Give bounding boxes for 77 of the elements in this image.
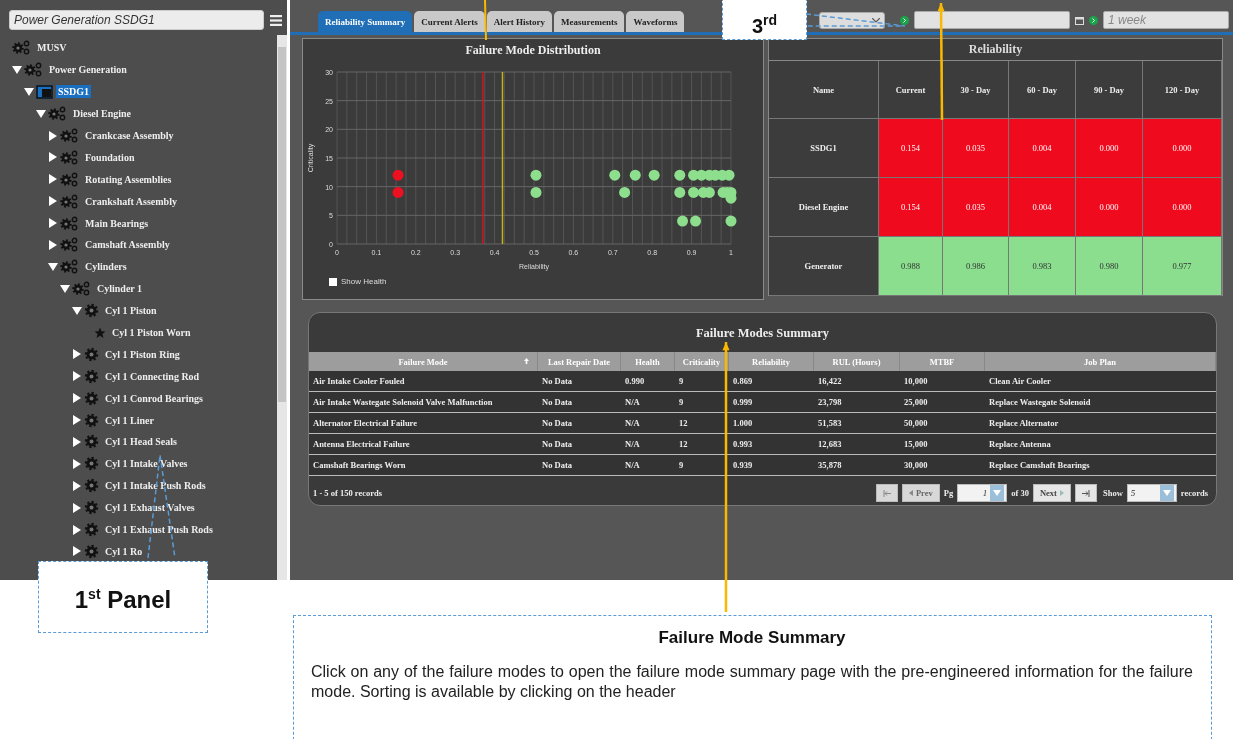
table-cell: 51,583 xyxy=(814,413,900,434)
table-cell: Replace Alternator xyxy=(985,413,1216,434)
table-cell: 9 xyxy=(675,392,729,413)
table-cell: Air Intake Wastegate Solenoid Valve Malfunction xyxy=(309,392,538,413)
table-cell: 0.977 xyxy=(1143,237,1222,296)
records-label: records xyxy=(1180,488,1208,498)
table-cell: 0.983 xyxy=(1009,237,1076,296)
table-cell: 0.939 xyxy=(729,455,814,476)
table-cell: Antenna Electrical Failure xyxy=(309,434,538,455)
page-total: of 30 xyxy=(1011,488,1029,498)
table-cell: N/A xyxy=(621,455,675,476)
table-cell: Camshaft Bearings Worn xyxy=(309,455,538,476)
note-title: Failure Mode Summary xyxy=(657,628,847,648)
table-cell: Replace Antenna xyxy=(985,434,1216,455)
table-cell: 15,000 xyxy=(900,434,985,455)
table-cell: N/A xyxy=(621,392,675,413)
table-cell: 0.993 xyxy=(729,434,814,455)
table-cell: Replace Camshaft Bearings xyxy=(985,455,1216,476)
table-cell: 12 xyxy=(675,434,729,455)
callout-label: 3$^{rd}$ xyxy=(722,0,807,40)
table-cell: 0.988 xyxy=(879,237,943,296)
table-cell: Air Intake Cooler Fouled xyxy=(309,371,538,392)
table-cell: No Data xyxy=(538,392,621,413)
table-cell: No Data xyxy=(538,434,621,455)
column-header: 60 - Day xyxy=(1009,61,1076,119)
table-cell: 0.000 xyxy=(1143,119,1222,178)
table-cell: 0.000 xyxy=(1076,178,1143,237)
table-cell: 0.990 xyxy=(621,371,675,392)
table-title: Reliability xyxy=(968,42,1023,57)
table-cell: 0.035 xyxy=(943,119,1009,178)
page-label: Pg xyxy=(943,488,954,498)
column-header: Current xyxy=(879,61,943,119)
table-cell: 0.035 xyxy=(943,178,1009,237)
table-cell: 0.154 xyxy=(879,178,943,237)
table-cell: Alternator Electrical Failure xyxy=(309,413,538,434)
table-cell: 0.154 xyxy=(879,119,943,178)
table-cell: 25,000 xyxy=(900,392,985,413)
table-cell: 0.004 xyxy=(1009,119,1076,178)
table-cell: 0.004 xyxy=(1009,178,1076,237)
table-cell: Generator xyxy=(769,237,879,296)
checkbox-label: Show Health xyxy=(341,277,387,286)
table-cell: SSDG1 xyxy=(769,119,879,178)
callout-label: 1$^{st}$ Panel xyxy=(38,561,208,633)
table-cell: No Data xyxy=(538,413,621,434)
table-cell: N/A xyxy=(621,434,675,455)
table-cell: 35,878 xyxy=(814,455,900,476)
table-cell: Diesel Engine xyxy=(769,178,879,237)
panel-title: Failure Modes Summary xyxy=(695,326,830,341)
table-cell: 30,000 xyxy=(900,455,985,476)
table-cell: 12 xyxy=(675,413,729,434)
record-count: 1 - 5 of 150 records xyxy=(313,488,382,498)
table-cell: No Data xyxy=(538,455,621,476)
table-cell: 16,422 xyxy=(814,371,900,392)
table-cell: 23,798 xyxy=(814,392,900,413)
table-cell: 50,000 xyxy=(900,413,985,434)
table-cell: 0.999 xyxy=(729,392,814,413)
table-cell: Replace Wastegate Solenoid xyxy=(985,392,1216,413)
table-cell: 0.869 xyxy=(729,371,814,392)
table-cell: Clean Air Cooler xyxy=(985,371,1216,392)
column-header: Name xyxy=(769,61,879,119)
table-cell: 10,000 xyxy=(900,371,985,392)
table-cell: 9 xyxy=(675,455,729,476)
table-cell: 0.000 xyxy=(1076,119,1143,178)
column-header: 120 - Day xyxy=(1143,61,1222,119)
table-cell: 0.000 xyxy=(1143,178,1222,237)
table-cell: 9 xyxy=(675,371,729,392)
table-cell: 0.986 xyxy=(943,237,1009,296)
table-cell: No Data xyxy=(538,371,621,392)
column-header: 90 - Day xyxy=(1076,61,1143,119)
table-cell: N/A xyxy=(621,413,675,434)
chart-title: Failure Mode Distribution xyxy=(465,43,601,57)
table-cell: 12,683 xyxy=(814,434,900,455)
note-text: Click on any of the failure modes to open the failure mode summary page with the pre-engineered information for the failure mode. Sorting is available by clicking on the header xyxy=(311,662,1193,702)
table-cell: 1.000 xyxy=(729,413,814,434)
table-cell: 0.980 xyxy=(1076,237,1143,296)
column-header: 30 - Day xyxy=(943,61,1009,119)
show-label: Show xyxy=(1102,488,1123,498)
